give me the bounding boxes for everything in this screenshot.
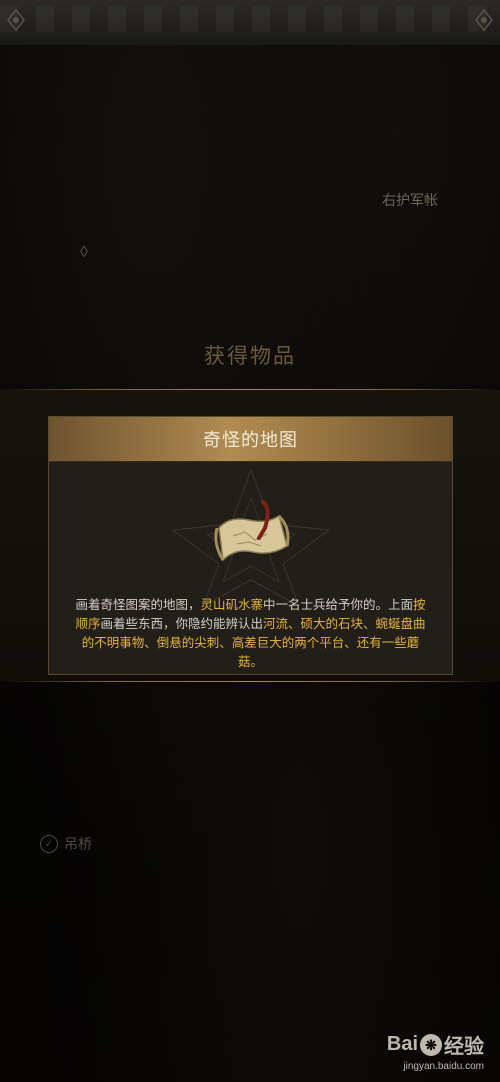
bridge-label-text: 吊桥 <box>64 836 92 852</box>
watermark-url: jingyan.baidu.com <box>403 1061 484 1072</box>
obtain-item-heading: 获得物品 <box>204 344 296 368</box>
watermark-logo: Bai ❋ 经验 <box>387 1030 484 1059</box>
map-label-tent: 右护军帐 <box>382 192 438 208</box>
item-card-body: 画着奇怪图案的地图，灵山矶水寨中一名士兵给予你的。上面按顺序画着些东西，你隐约能… <box>49 462 452 675</box>
desc-text: 画着奇怪图案的地图， <box>75 598 201 612</box>
scroll-map-icon <box>214 500 290 562</box>
watermark-logo-text: Bai <box>386 1033 418 1055</box>
item-title-bar: 奇怪的地图 <box>49 417 452 462</box>
item-name: 奇怪的地图 <box>203 430 298 450</box>
band-divider-top <box>0 389 500 390</box>
item-card[interactable]: 奇怪的地图 画着奇怪图案的地图，灵山矶水寨中一名士兵给予你的。上面按顺序画着些东… <box>48 416 453 675</box>
watermark: Bai ❋ 经验 jingyan.baidu.com <box>387 1030 484 1072</box>
desc-text: 中一名士兵给予你的。上面 <box>263 598 414 612</box>
item-description: 画着奇怪图案的地图，灵山矶水寨中一名士兵给予你的。上面按顺序画着些东西，你隐约能… <box>73 596 428 672</box>
watermark-logo-suffix: 经验 <box>444 1036 484 1058</box>
map-pin-icon: ◊ <box>80 244 88 261</box>
paw-icon: ❋ <box>420 1033 442 1056</box>
top-frame-pattern <box>0 6 500 32</box>
ornament-icon <box>7 8 25 32</box>
band-divider-bottom <box>0 681 500 682</box>
desc-text: 画着些东西，你隐约能辨认出 <box>100 617 263 631</box>
check-icon: ✓ <box>40 835 58 853</box>
top-frame-bar <box>0 0 500 45</box>
desc-location-highlight: 灵山矶水寨 <box>200 598 263 612</box>
ornament-icon <box>475 8 493 32</box>
map-label-bridge: ✓ 吊桥 <box>40 834 92 854</box>
